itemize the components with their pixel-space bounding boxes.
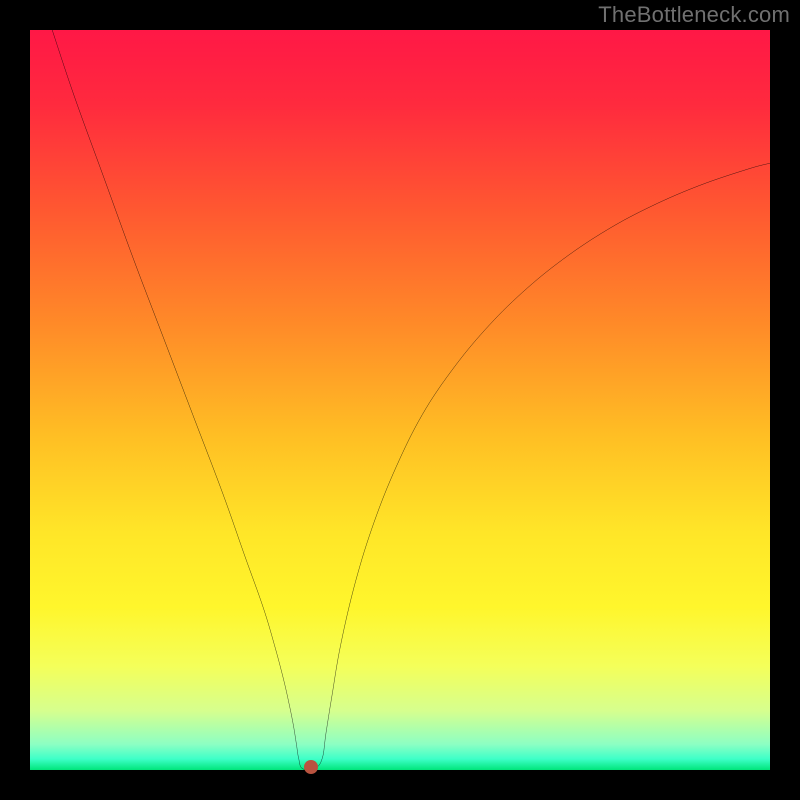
- chart-stage: TheBottleneck.com: [0, 0, 800, 800]
- watermark-text: TheBottleneck.com: [598, 2, 790, 28]
- plot-frame: [30, 30, 770, 770]
- optimal-point-marker: [304, 760, 318, 774]
- bottleneck-curve: [52, 30, 770, 770]
- curve-layer: [30, 30, 770, 770]
